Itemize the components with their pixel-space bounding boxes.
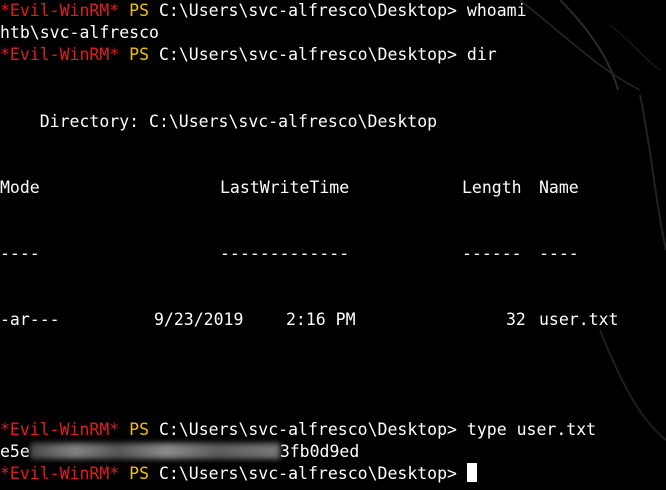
col-header-length: Length xyxy=(462,178,522,197)
col-header-name: Name xyxy=(539,178,579,197)
terminal-window[interactable]: *Evil-WinRM* PS C:\Users\svc-alfresco\De… xyxy=(0,0,666,490)
prompt-ps: PS xyxy=(129,464,150,483)
prompt-path: C:\Users\svc-alfresco\Desktop> xyxy=(158,1,457,20)
prompt-path: C:\Users\svc-alfresco\Desktop> xyxy=(158,464,457,483)
separator-length: ------ xyxy=(462,244,522,263)
command-text: type user.txt xyxy=(466,420,597,439)
directory-heading: Directory: C:\Users\svc-alfresco\Desktop xyxy=(0,112,438,131)
file-name: user.txt xyxy=(539,310,619,329)
prompt-path: C:\Users\svc-alfresco\Desktop> xyxy=(158,45,457,64)
file-date: 9/23/2019 xyxy=(154,310,244,329)
file-mode: -ar--- xyxy=(0,310,60,329)
hash-suffix: 3fb0d9ed xyxy=(279,442,360,461)
prompt-line-current: *Evil-WinRM* PS C:\Users\svc-alfresco\De… xyxy=(0,463,477,485)
col-header-lastwritetime: LastWriteTime xyxy=(220,178,350,197)
prompt-line-whoami: *Evil-WinRM* PS C:\Users\svc-alfresco\De… xyxy=(0,0,527,22)
prompt-tag: *Evil-WinRM* xyxy=(0,420,120,439)
prompt-tag: *Evil-WinRM* xyxy=(0,1,120,20)
prompt-tag: *Evil-WinRM* xyxy=(0,464,120,483)
redacted-blur xyxy=(29,443,280,459)
file-time: 2:16 PM xyxy=(286,310,356,329)
prompt-ps: PS xyxy=(129,420,150,439)
file-length: 32 xyxy=(506,310,526,329)
prompt-ps: PS xyxy=(129,1,150,20)
command-text: dir xyxy=(466,45,497,64)
prompt-tag: *Evil-WinRM* xyxy=(0,45,120,64)
output-flag-hash: e5e 3fb0d9ed xyxy=(0,441,359,463)
separator-lastwritetime: ------------- xyxy=(220,244,350,263)
hash-prefix: e5e xyxy=(0,442,30,461)
command-text: whoami xyxy=(466,1,527,20)
col-header-mode: Mode xyxy=(0,178,40,197)
text-cursor[interactable] xyxy=(466,463,477,482)
prompt-line-type: *Evil-WinRM* PS C:\Users\svc-alfresco\De… xyxy=(0,419,596,441)
separator-name: ---- xyxy=(539,244,579,263)
output-whoami: htb\svc-alfresco xyxy=(0,23,159,42)
prompt-path: C:\Users\svc-alfresco\Desktop> xyxy=(158,420,457,439)
prompt-line-dir: *Evil-WinRM* PS C:\Users\svc-alfresco\De… xyxy=(0,44,497,66)
prompt-ps: PS xyxy=(129,45,150,64)
separator-mode: ---- xyxy=(0,244,40,263)
